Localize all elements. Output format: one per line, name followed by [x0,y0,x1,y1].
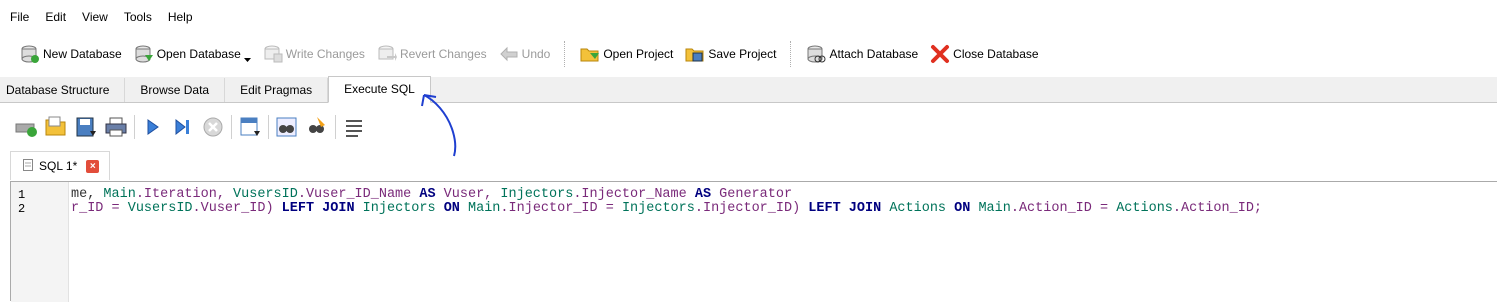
open-database-button[interactable]: Open Database [128,39,257,69]
sql-tab-bar: SQL 1* × [10,151,111,181]
code-token: Vuser, [435,187,501,202]
revert-changes-label: Revert Changes [399,47,487,61]
open-database-label: Open Database [156,47,241,61]
menu-edit[interactable]: Edit [37,0,74,34]
code-token: ON [954,201,971,216]
undo-icon [499,44,519,64]
toolbar-separator [335,115,336,139]
save-project-label: Save Project [708,47,777,61]
print-icon[interactable] [104,115,128,139]
code-token: ON [443,201,460,216]
write-changes-button[interactable]: Write Changes [257,39,371,69]
toolbar-separator [564,41,566,67]
code-token: r_ID = [71,201,128,216]
open-project-button[interactable]: Open Project [574,39,679,69]
toolbar-separator [268,115,269,139]
save-project-button[interactable]: Save Project [679,39,782,69]
sql-toolbar [14,111,372,143]
find-replace-icon[interactable] [305,115,329,139]
attach-database-label: Attach Database [829,47,919,61]
menu-tools[interactable]: Tools [116,0,160,34]
code-token: LEFT JOIN [808,201,882,216]
main-toolbar: New Database Open Database Write Changes… [0,34,1497,74]
code-token: .Vuser_ID) [192,201,282,216]
menu-file[interactable]: File [0,0,37,34]
code-token: LEFT JOIN [281,201,355,216]
code-token: .Injector_Name [573,187,695,202]
code-token: .Iteration, [135,187,234,202]
code-token: Generator [711,187,793,202]
code-token: VusersID [233,187,298,202]
close-database-label: Close Database [953,47,1039,61]
comment-lines-icon[interactable] [342,115,366,139]
code-token: .Vuser_ID_Name [297,187,420,202]
save-results-icon[interactable] [238,115,262,139]
sql-tab-1[interactable]: SQL 1* × [10,151,111,180]
open-project-icon [580,44,600,64]
code-token: Injectors [354,201,444,216]
new-database-icon [20,44,40,64]
tab-database-structure[interactable]: Database Structure [0,78,126,102]
menu-help[interactable]: Help [160,0,201,34]
write-changes-label: Write Changes [285,47,365,61]
line-number-gutter: 1 2 [11,182,69,302]
stop-icon[interactable] [201,115,225,139]
sql-tab-label: SQL 1* [39,159,78,173]
toolbar-separator [790,41,792,67]
main-tabs: Database Structure Browse Data Edit Prag… [0,76,1497,103]
menu-bar: File Edit View Tools Help [0,0,1497,34]
find-icon[interactable] [275,115,299,139]
sql-editor[interactable]: 1 2 me, Main.Iteration, VusersID.Vuser_I… [10,181,1497,302]
code-token: VusersID [127,201,193,216]
code-token: AS [419,187,436,202]
save-project-icon [685,44,705,64]
code-token: .Action_ID; [1172,201,1263,216]
open-sql-file-icon[interactable] [44,115,68,139]
annotation-arrow-icon [421,94,457,157]
code-token: Actions [881,201,955,216]
dropdown-arrow-icon[interactable] [243,52,251,66]
close-tab-icon[interactable]: × [86,159,100,173]
code-token: Main [970,201,1011,216]
undo-label: Undo [521,47,551,61]
save-sql-file-icon[interactable] [74,115,98,139]
code-token: .Injector_ID) [694,201,809,216]
tab-browse-data[interactable]: Browse Data [125,78,226,102]
toolbar-separator [231,115,232,139]
code-token: Main [459,201,501,216]
new-database-button[interactable]: New Database [14,39,128,69]
line-number: 1 [18,188,26,202]
undo-button[interactable]: Undo [493,39,557,69]
code-token: .Injector_ID = [500,201,622,216]
open-database-icon [134,44,154,64]
tab-edit-pragmas[interactable]: Edit Pragmas [225,78,329,102]
code-line-1: me, Main.Iteration, VusersID.Vuser_ID_Na… [71,187,792,202]
attach-database-button[interactable]: Attach Database [800,39,924,69]
attach-database-icon [806,44,826,64]
code-token: Actions [1116,201,1173,216]
line-number: 2 [18,202,26,216]
execute-all-icon[interactable] [141,115,165,139]
toolbar-separator [134,115,135,139]
revert-changes-button[interactable]: Revert Changes [371,39,493,69]
code-token: me, [71,187,104,202]
write-changes-icon [263,44,283,64]
revert-changes-icon [377,44,397,64]
execute-line-icon[interactable] [171,115,195,139]
code-line-2: r_ID = VusersID.Vuser_ID) LEFT JOIN Inje… [71,201,1262,216]
code-token: .Action_ID = [1010,201,1117,216]
code-token: Injectors [500,187,574,202]
code-token: AS [694,187,712,202]
document-icon [23,158,33,174]
open-tab-icon[interactable] [14,115,38,139]
code-token: Injectors [621,201,695,216]
new-database-label: New Database [43,47,122,61]
close-x-icon [930,44,950,64]
close-database-button[interactable]: Close Database [924,39,1044,69]
open-project-label: Open Project [603,47,674,61]
code-token: Main [103,187,136,202]
menu-view[interactable]: View [74,0,116,34]
